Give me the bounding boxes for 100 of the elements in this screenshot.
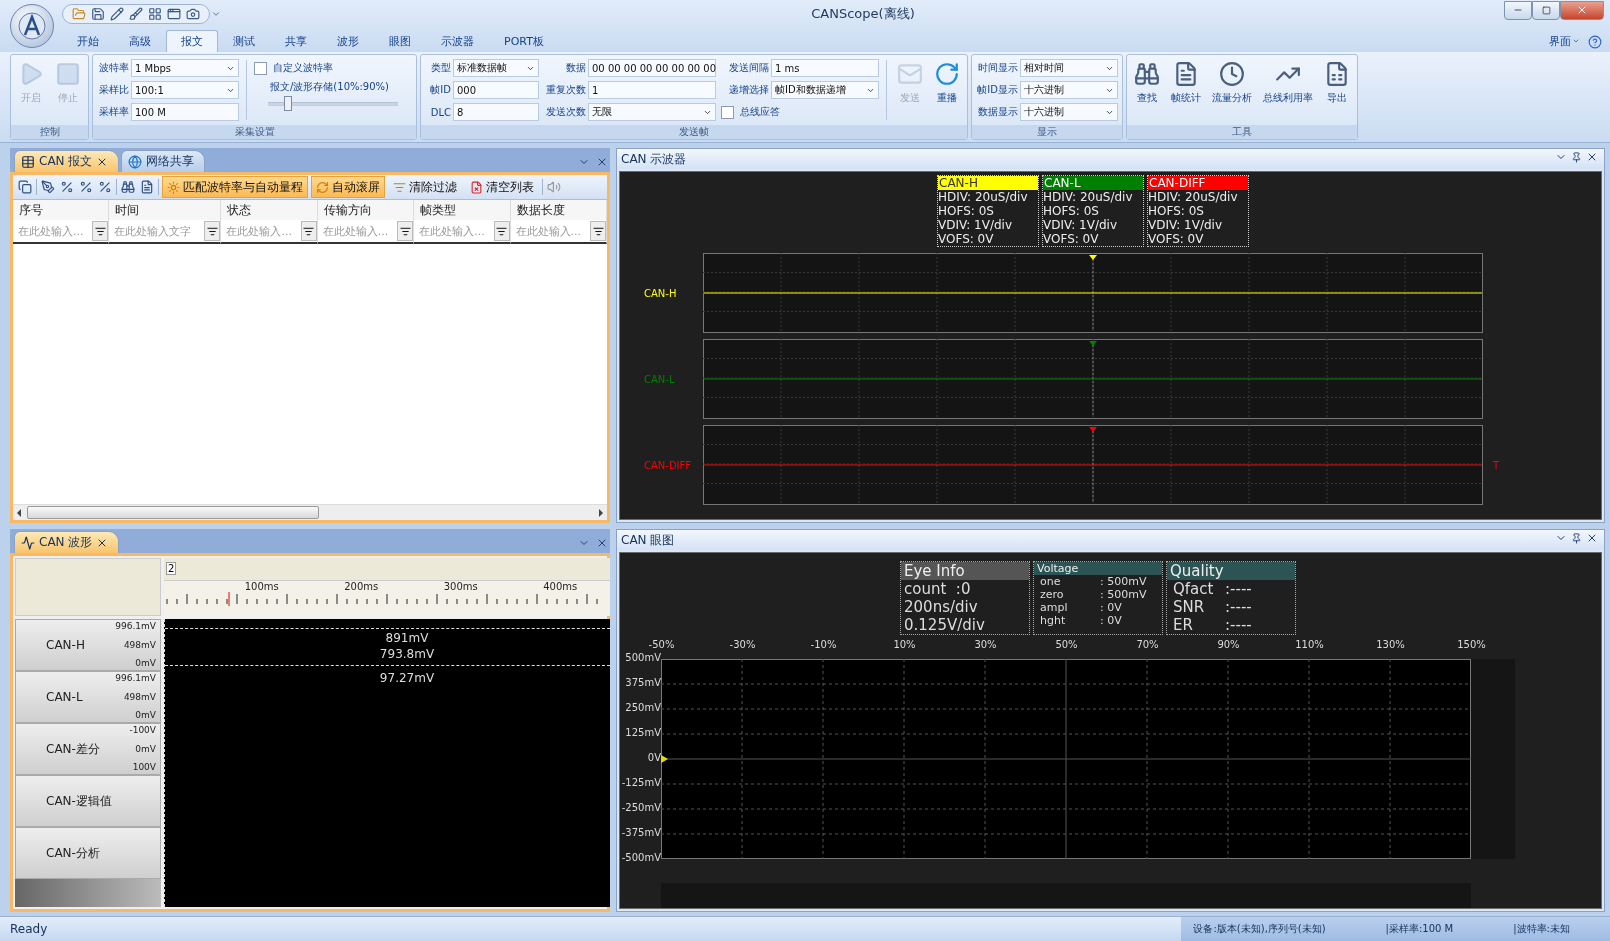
ribbon-button[interactable]: 导出 xyxy=(1321,58,1353,122)
save-icon[interactable] xyxy=(91,7,105,21)
filter-icon xyxy=(393,180,406,194)
channel-name: CAN-H xyxy=(45,638,86,652)
caret-icon[interactable] xyxy=(211,9,221,19)
column-header[interactable]: 帧类型 xyxy=(414,200,511,220)
camera-icon[interactable] xyxy=(186,7,200,21)
ribbon-button[interactable]: 查找 xyxy=(1131,58,1163,122)
toolbar-button[interactable]: 清除过滤 xyxy=(388,176,462,198)
dropdown-field[interactable]: 帧ID和数据递增 xyxy=(771,81,879,99)
ribbon-tab[interactable]: 开始 xyxy=(62,30,114,52)
pen-icon[interactable] xyxy=(41,180,55,194)
dropdown-field[interactable]: 相对时间 xyxy=(1020,59,1118,77)
window-icon[interactable] xyxy=(167,7,181,21)
filter-input[interactable]: 在此处输入... xyxy=(317,223,398,239)
checkbox[interactable] xyxy=(721,105,734,119)
trigger-mark: T xyxy=(1493,459,1500,471)
cursor-reading: 891mV xyxy=(385,630,429,646)
filter-button[interactable] xyxy=(590,221,606,241)
interface-menu-button[interactable]: 界面 xyxy=(1543,30,1586,52)
field-label: 重复次数 xyxy=(545,83,586,97)
ribbon-tab[interactable]: 报文 xyxy=(166,30,218,52)
column-header[interactable]: 序号 xyxy=(13,200,110,220)
ribbon-button[interactable]: 总线利用率 xyxy=(1260,58,1316,122)
channel-row[interactable]: CAN-差分 -100V 0mV 100V xyxy=(15,723,161,775)
column-header[interactable]: 传输方向 xyxy=(317,200,415,220)
toolbar-button[interactable]: 自动滚屏 xyxy=(311,176,385,198)
filter-input[interactable]: 在此处输入... xyxy=(510,223,590,239)
channel-row[interactable]: CAN-逻辑值 xyxy=(15,775,161,827)
pin-icon[interactable] xyxy=(1571,151,1582,163)
pin-icon[interactable] xyxy=(1571,532,1582,544)
dropdown-field[interactable]: 100:1 xyxy=(131,81,239,99)
ribbon-tab[interactable]: 示波器 xyxy=(426,30,489,52)
filter-button[interactable] xyxy=(300,221,317,241)
text-field[interactable]: 000 xyxy=(453,81,539,99)
column-header[interactable]: 状态 xyxy=(221,200,318,220)
close-button[interactable] xyxy=(1560,0,1604,20)
info-key: hght xyxy=(1037,614,1097,627)
channel-row[interactable]: CAN-分析 xyxy=(15,827,161,879)
folder-icon[interactable] xyxy=(72,7,86,21)
binoculars-icon[interactable] xyxy=(121,180,135,194)
filter-input[interactable]: 在此处输入... xyxy=(414,223,494,239)
dropdown-field[interactable]: 无限 xyxy=(588,103,716,121)
column-header[interactable]: 数据长度 xyxy=(510,200,607,220)
percent-icon[interactable] xyxy=(79,180,93,194)
marker-tag[interactable]: 2 xyxy=(166,561,177,575)
text-field[interactable]: 1 xyxy=(588,81,716,99)
dropdown-field[interactable]: 1 Mbps xyxy=(131,59,239,77)
brush-icon[interactable] xyxy=(129,7,143,21)
ribbon-button[interactable]: 帧统计 xyxy=(1168,58,1204,122)
help-icon[interactable] xyxy=(1588,35,1602,49)
filter-input[interactable]: 在此处输入... xyxy=(221,223,301,239)
percent-icon[interactable] xyxy=(98,180,112,194)
channel-row[interactable]: CAN-H 996.1mV 498mV 0mV xyxy=(15,619,161,671)
dropdown-field[interactable]: 十六进制 xyxy=(1020,81,1118,99)
panel-close-icon[interactable] xyxy=(1586,151,1598,163)
toolbar-button[interactable]: 清空列表 xyxy=(465,176,539,198)
toolbar-button[interactable]: 匹配波特率与自动量程 xyxy=(162,176,308,198)
horizontal-scrollbar[interactable] xyxy=(13,504,607,520)
ribbon-button[interactable]: 重播 xyxy=(931,58,963,122)
ribbon-tab[interactable]: 测试 xyxy=(218,30,270,52)
ribbon-tab[interactable]: 共享 xyxy=(270,30,322,52)
panel-tab[interactable]: CAN 波形 xyxy=(14,531,120,553)
panel-tab[interactable]: CAN 报文 xyxy=(14,150,120,172)
filter-button[interactable] xyxy=(493,221,510,241)
field-label: 数据 xyxy=(565,61,586,75)
panel-close-icon[interactable] xyxy=(596,537,608,549)
document-icon[interactable] xyxy=(140,180,154,194)
checkbox[interactable] xyxy=(254,61,267,75)
field-label: 发送间隔 xyxy=(728,61,769,75)
dropdown-field[interactable]: 十六进制 xyxy=(1020,103,1118,121)
filter-input[interactable]: 在此处输入... xyxy=(13,223,93,239)
grid-icon[interactable] xyxy=(148,7,162,21)
text-field[interactable]: 8 xyxy=(453,103,539,121)
ribbon-tab[interactable]: PORT板 xyxy=(489,30,559,52)
ribbon-tab[interactable]: 眼图 xyxy=(374,30,426,52)
filter-button[interactable] xyxy=(397,221,414,241)
percent-icon[interactable] xyxy=(60,180,74,194)
copy-icon[interactable] xyxy=(18,180,32,194)
channel-name: CAN-差分 xyxy=(45,740,101,758)
filter-button[interactable] xyxy=(204,221,221,241)
dropdown-field[interactable]: 标准数据帧 xyxy=(453,59,539,77)
app-menu-button[interactable] xyxy=(10,4,54,48)
panel-close-icon[interactable] xyxy=(596,156,608,168)
text-field[interactable]: 00 00 00 00 00 00 00 00 xyxy=(588,59,716,77)
slider-thumb[interactable] xyxy=(283,96,292,111)
ribbon-button[interactable]: 流量分析 xyxy=(1209,58,1255,122)
ribbon-tab[interactable]: 高级 xyxy=(114,30,166,52)
minimize-button[interactable] xyxy=(1504,0,1532,20)
ribbon-tab[interactable]: 波形 xyxy=(322,30,374,52)
text-field[interactable]: 100 M xyxy=(131,103,239,121)
column-header[interactable]: 时间 xyxy=(109,200,222,220)
pencil-icon[interactable] xyxy=(110,7,124,21)
panel-close-icon[interactable] xyxy=(1586,532,1598,544)
panel-tab[interactable]: 网络共享 xyxy=(121,150,206,172)
text-field[interactable]: 1 ms xyxy=(771,59,879,77)
filter-input[interactable]: 在此处输入文字 xyxy=(109,223,205,239)
maximize-button[interactable] xyxy=(1532,0,1560,20)
channel-row[interactable]: CAN-L 996.1mV 498mV 0mV xyxy=(15,671,161,723)
filter-button[interactable] xyxy=(92,221,109,241)
